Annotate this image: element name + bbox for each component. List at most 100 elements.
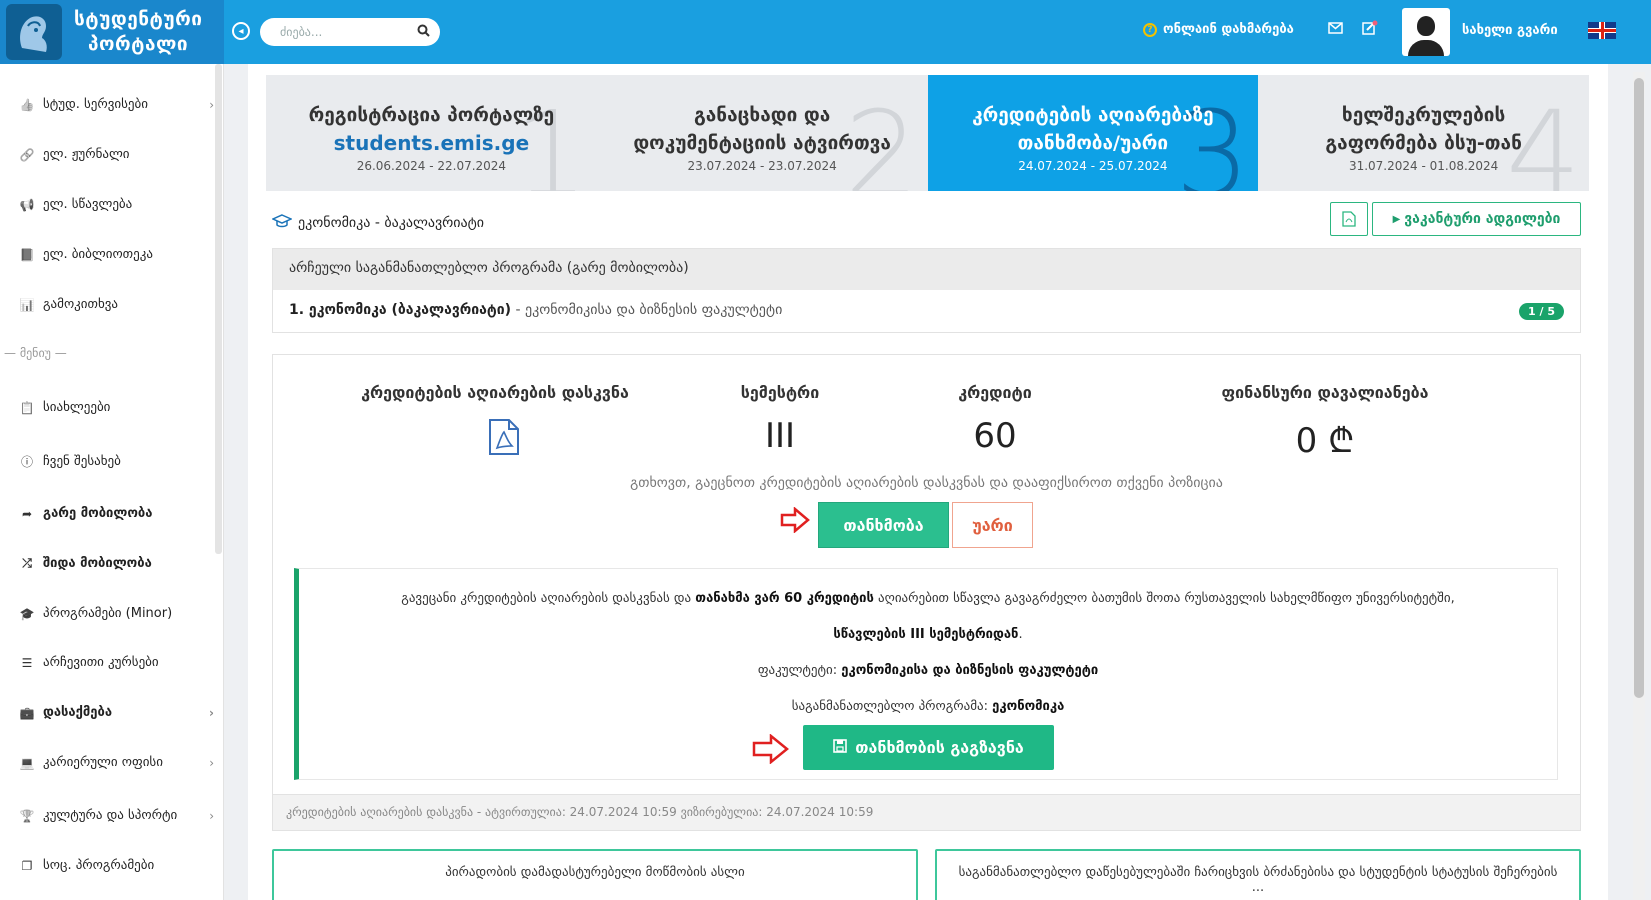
user-name[interactable]: სახელი გვარი — [1462, 23, 1558, 38]
debt-heading: ფინანსური დავალიანება — [1221, 383, 1429, 402]
sidebar-item-label: ელ. ბიბლიოთეკა — [43, 247, 153, 262]
sidebar-item[interactable]: ❐ სოც. პროგრამები — [18, 858, 214, 873]
statement-part-3: აღიარებით სწავლა გავაგრძელო ბათუმის შოთა… — [873, 591, 1455, 606]
step-title: ხელშეკრულების გაფორმება ბსუ-თან — [1325, 104, 1522, 154]
progress-steps: 1 რეგისტრაცია პორტალზე students.emis.ge … — [266, 75, 1589, 191]
sidebar-item[interactable]: 💼 დასაქმება › — [18, 705, 214, 720]
book-icon: 📘 — [19, 247, 35, 262]
copy-icon: ❐ — [21, 858, 33, 873]
graduation-cap-icon — [271, 213, 293, 233]
send-consent-button[interactable]: თანხმობის გაგზავნა — [803, 725, 1054, 770]
sidebar-item[interactable]: 📘 ელ. ბიბლიოთეკა — [18, 247, 214, 262]
sidebar-item[interactable]: 🎓 პროგრამები (Minor) — [18, 606, 214, 621]
chevron-right-icon: › — [209, 755, 214, 770]
program-value: ეკონომიკა — [992, 699, 1065, 714]
sidebar-item[interactable]: ⓘ ჩვენ შესახებ — [18, 453, 214, 470]
online-help-label: ონლაინ დახმარება — [1163, 22, 1294, 37]
credits-value: 60 — [973, 416, 1017, 456]
semester-statement-end: . — [1018, 627, 1023, 642]
program-title: ეკონომიკა - ბაკალავრიატი — [271, 213, 484, 233]
chosen-program-name: 1. ეკონომიკა (ბაკალავრიატი) — [289, 302, 512, 318]
page-scrollbar-thumb[interactable] — [1634, 78, 1644, 698]
semester-heading: სემესტრი — [740, 383, 820, 402]
statement-part-2: თანახმა ვარ 60 კრედიტის — [695, 591, 874, 606]
chevron-right-icon: › — [209, 808, 214, 823]
database-icon: ☰ — [21, 655, 33, 670]
portal-name-line2: პორტალი — [88, 33, 189, 55]
bar-chart-icon: 📊 — [19, 297, 35, 312]
step-title: განაცხადი და დოკუმენტაციის ატვირთვა — [633, 104, 891, 154]
menu-divider: — მენიუ — — [4, 346, 67, 360]
document-card[interactable]: საგანმანათლებლო დაწესებულებაში ჩარიცხვის… — [935, 849, 1581, 900]
sidebar-item[interactable]: 📢 ელ. სწავლება — [18, 197, 214, 212]
portal-name: სტუდენტური პორტალი — [74, 7, 202, 57]
graduation-cap-icon: 🎓 — [19, 606, 35, 621]
sidebar-item[interactable]: ☰ არჩევითი კურსები — [18, 655, 214, 670]
arrow-right-icon — [752, 733, 790, 768]
agree-button[interactable]: თანხმობა — [818, 502, 949, 548]
document-card-label: პირადობის დამადასტურებელი მოწმობის ასლი — [445, 865, 745, 880]
search-box — [260, 18, 440, 46]
trophy-icon: 🏆 — [19, 808, 35, 823]
credits-heading: კრედიტი — [958, 383, 1032, 402]
upload-status-note: კრედიტების აღიარების დასკვნა - ატვირთული… — [273, 794, 1580, 830]
sidebar-item[interactable]: 📋 სიახლეები — [18, 400, 214, 415]
uk-flag-icon[interactable] — [1588, 22, 1616, 39]
semester-statement: სწავლების III სემესტრიდან. — [299, 627, 1557, 642]
step-dates: 24.07.2024 - 25.07.2024 — [1018, 159, 1168, 173]
edit-notification-icon[interactable] — [1362, 20, 1378, 39]
search-input[interactable] — [280, 25, 410, 39]
sidebar-item-label: არჩევითი კურსები — [43, 655, 159, 670]
sidebar-scrollbar[interactable] — [215, 64, 222, 554]
send-consent-label: თანხმობის გაგზავნა — [855, 738, 1024, 757]
vacancies-button[interactable]: ▶ ვაკანტური ადგილები — [1372, 202, 1581, 236]
sidebar-item-label: კარიერული ოფისი — [43, 755, 163, 770]
program-label: საგანმანათლებლო პროგრამა: — [791, 699, 993, 714]
document-card-label: საგანმანათლებლო დაწესებულებაში ჩარიცხვის… — [958, 865, 1558, 895]
sidebar-item[interactable]: 💻 კარიერული ოფისი › — [18, 755, 214, 770]
sidebar-item[interactable]: ➦ გარე მობილობა — [18, 506, 214, 521]
sidebar-toggle-icon[interactable]: ◂ — [232, 22, 250, 40]
page-scrollbar[interactable] — [1633, 72, 1645, 900]
semester-statement-text: სწავლების III სემესტრიდან — [833, 627, 1019, 642]
sidebar — [0, 64, 224, 900]
search-icon[interactable] — [417, 24, 430, 41]
online-help-link[interactable]: ? ონლაინ დახმარება — [1143, 22, 1294, 37]
sidebar-item-label: ელ. ჟურნალი — [43, 147, 130, 162]
pdf-file-icon[interactable] — [488, 418, 520, 456]
mail-icon[interactable] — [1328, 20, 1343, 38]
reject-button[interactable]: უარი — [952, 502, 1033, 548]
sidebar-item-label: დასაქმება — [43, 705, 113, 720]
university-emblem-icon — [6, 4, 62, 60]
portal-logo[interactable]: სტუდენტური პორტალი — [0, 0, 224, 64]
step-1: 1 რეგისტრაცია პორტალზე students.emis.ge … — [266, 75, 597, 191]
sidebar-item-label: შიდა მობილობა — [43, 556, 152, 571]
avatar[interactable] — [1402, 8, 1450, 56]
sidebar-item[interactable]: ⤮ შიდა მობილობა — [18, 556, 214, 571]
document-card[interactable]: პირადობის დამადასტურებელი მოწმობის ასლი — [272, 849, 918, 900]
step-dates: 26.06.2024 - 22.07.2024 — [356, 159, 507, 173]
sidebar-item[interactable]: 👍 სტუდ. სერვისები › — [18, 97, 214, 112]
debt-value: 0 ₾ — [1295, 421, 1355, 461]
sidebar-item[interactable]: 📊 გამოკითხვა — [18, 297, 214, 312]
confirmation-statement: გავეცანი კრედიტების აღიარების დასკვნას დ… — [299, 591, 1557, 606]
sidebar-item[interactable]: 🏆 კულტურა და სპორტი › — [18, 808, 214, 823]
step-3: 3 კრედიტების აღიარებაზე თანხმობა/უარი 24… — [927, 75, 1259, 191]
faculty-line: ფაკულტეტი: ეკონომიკისა და ბიზნესის ფაკულ… — [299, 663, 1557, 678]
link-icon: 🔗 — [19, 147, 35, 162]
conclusion-heading: კრედიტების აღიარების დასკვნა — [361, 383, 629, 402]
thumbs-up-icon: 👍 — [19, 97, 35, 112]
chosen-program-header: არჩეული საგანმანათლებლო პროგრამა (გარე მ… — [273, 249, 1580, 290]
chosen-program-panel: არჩეული საგანმანათლებლო პროგრამა (გარე მ… — [272, 248, 1581, 333]
pdf-download-button[interactable] — [1330, 202, 1368, 236]
vacancies-label: ვაკანტური ადგილები — [1404, 211, 1561, 227]
step-dates: 31.07.2024 - 01.08.2024 — [1348, 159, 1499, 173]
step-link[interactable]: students.emis.ge — [266, 129, 597, 157]
save-icon — [833, 738, 848, 757]
arrow-right-icon — [780, 506, 810, 537]
sidebar-item[interactable]: 🔗 ელ. ჟურნალი — [18, 147, 214, 162]
step-title: კრედიტების აღიარებაზე თანხმობა/უარი — [972, 104, 1214, 154]
chevron-right-icon: › — [209, 97, 214, 112]
sidebar-item-label: გარე მობილობა — [43, 506, 153, 521]
program-line: საგანმანათლებლო პროგრამა: ეკონომიკა — [299, 699, 1557, 714]
